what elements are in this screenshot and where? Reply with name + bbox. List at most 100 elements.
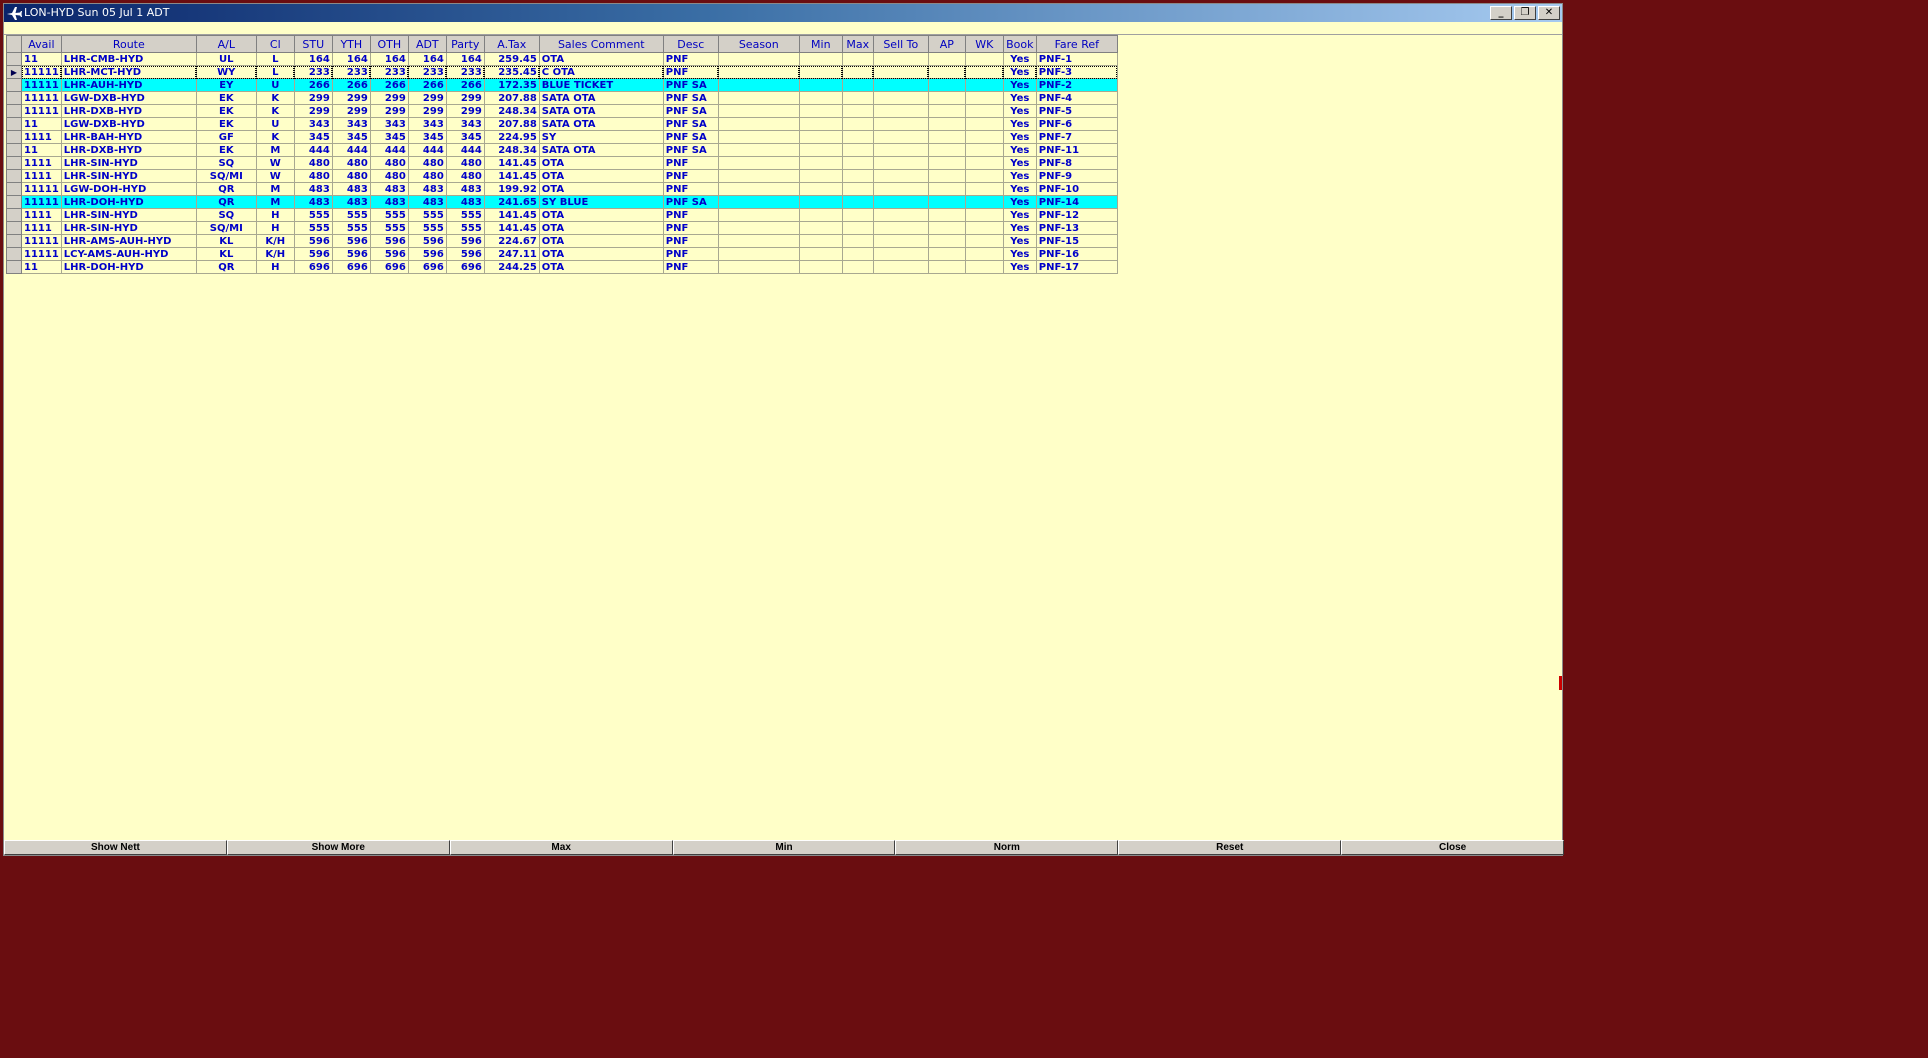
cell-oth[interactable]: 696 — [369, 260, 409, 274]
cell-min[interactable] — [798, 208, 843, 222]
cell-season[interactable] — [717, 195, 800, 209]
cell-adt[interactable]: 299 — [407, 104, 447, 118]
cell-atax[interactable]: 141.45 — [483, 208, 540, 222]
cell-yth[interactable]: 299 — [331, 91, 371, 105]
cell-avail[interactable]: 11 — [21, 52, 62, 66]
cell-atax[interactable]: 224.67 — [483, 234, 540, 248]
cell-avail[interactable]: 11 — [21, 143, 62, 157]
cell-ap[interactable] — [927, 221, 966, 235]
row-selector[interactable] — [6, 247, 22, 261]
column-header[interactable]: Fare Ref — [1035, 35, 1118, 53]
cell-yth[interactable]: 233 — [331, 65, 371, 79]
cell-max[interactable] — [841, 234, 874, 248]
cell-avail[interactable]: 11 — [21, 260, 62, 274]
cell-min[interactable] — [798, 117, 843, 131]
cell-wk[interactable] — [964, 143, 1004, 157]
cell-oth[interactable]: 343 — [369, 117, 409, 131]
column-header[interactable]: Party — [445, 35, 485, 53]
cell-adt[interactable]: 480 — [407, 169, 447, 183]
max-button[interactable]: Max — [449, 840, 673, 855]
row-selector[interactable] — [6, 143, 22, 157]
row-selector[interactable] — [6, 182, 22, 196]
cell-book[interactable]: Yes — [1002, 260, 1037, 274]
cell-party[interactable]: 343 — [445, 117, 485, 131]
cell-season[interactable] — [717, 247, 800, 261]
cell-comment[interactable]: SY — [538, 130, 664, 144]
cell-wk[interactable] — [964, 208, 1004, 222]
cell-oth[interactable]: 483 — [369, 182, 409, 196]
cell-desc[interactable]: PNF SA — [662, 143, 719, 157]
column-header[interactable]: Desc — [662, 35, 719, 53]
cell-desc[interactable]: PNF SA — [662, 195, 719, 209]
minimize-button[interactable]: _ — [1490, 6, 1512, 20]
cell-adt[interactable]: 555 — [407, 221, 447, 235]
cell-ref[interactable]: PNF-12 — [1035, 208, 1118, 222]
cell-max[interactable] — [841, 130, 874, 144]
cell-party[interactable]: 266 — [445, 78, 485, 92]
cell-sellto[interactable] — [872, 52, 929, 66]
cell-route[interactable]: LHR-SIN-HYD — [60, 208, 197, 222]
cell-cl[interactable]: L — [255, 52, 295, 66]
cell-avail[interactable]: 11111 — [21, 78, 62, 92]
table-row[interactable]: 1111 LHR-SIN-HYD SQ H 555 555 555 555 555 141.45 O… — [6, 208, 1118, 222]
table-row[interactable]: 11 LGW-DXB-HYD EK U 343 343 343 343 343 207.88 SAT… — [6, 117, 1118, 131]
cell-ref[interactable]: PNF-3 — [1035, 65, 1118, 79]
cell-al[interactable]: SQ — [195, 156, 257, 170]
cell-sellto[interactable] — [872, 130, 929, 144]
cell-al[interactable]: SQ — [195, 208, 257, 222]
cell-wk[interactable] — [964, 182, 1004, 196]
cell-yth[interactable]: 164 — [331, 52, 371, 66]
cell-desc[interactable]: PNF SA — [662, 130, 719, 144]
cell-max[interactable] — [841, 91, 874, 105]
cell-atax[interactable]: 247.11 — [483, 247, 540, 261]
cell-party[interactable]: 299 — [445, 91, 485, 105]
cell-route[interactable]: LHR-MCT-HYD — [60, 65, 197, 79]
cell-cl[interactable]: H — [255, 208, 295, 222]
cell-yth[interactable]: 299 — [331, 104, 371, 118]
cell-ref[interactable]: PNF-9 — [1035, 169, 1118, 183]
cell-sellto[interactable] — [872, 234, 929, 248]
row-selector[interactable] — [6, 169, 22, 183]
cell-desc[interactable]: PNF — [662, 260, 719, 274]
cell-stu[interactable]: 299 — [293, 91, 333, 105]
cell-atax[interactable]: 241.65 — [483, 195, 540, 209]
cell-sellto[interactable] — [872, 182, 929, 196]
column-header[interactable]: WK — [964, 35, 1004, 53]
cell-atax[interactable]: 141.45 — [483, 156, 540, 170]
cell-max[interactable] — [841, 52, 874, 66]
cell-stu[interactable]: 345 — [293, 130, 333, 144]
cell-adt[interactable]: 555 — [407, 208, 447, 222]
cell-ref[interactable]: PNF-2 — [1035, 78, 1118, 92]
min-button[interactable]: Min — [672, 840, 896, 855]
cell-ref[interactable]: PNF-13 — [1035, 221, 1118, 235]
column-header[interactable]: Max — [841, 35, 874, 53]
cell-route[interactable]: LHR-BAH-HYD — [60, 130, 197, 144]
cell-ref[interactable]: PNF-14 — [1035, 195, 1118, 209]
cell-al[interactable]: QR — [195, 195, 257, 209]
cell-stu[interactable]: 596 — [293, 234, 333, 248]
cell-sellto[interactable] — [872, 247, 929, 261]
cell-party[interactable]: 233 — [445, 65, 485, 79]
cell-atax[interactable]: 235.45 — [483, 65, 540, 79]
cell-wk[interactable] — [964, 156, 1004, 170]
cell-party[interactable]: 299 — [445, 104, 485, 118]
cell-desc[interactable]: PNF — [662, 52, 719, 66]
close-button[interactable]: Close — [1341, 840, 1565, 855]
title-bar[interactable]: LON-HYD Sun 05 Jul 1 ADT _ ❐ ✕ — [4, 4, 1562, 22]
cell-party[interactable]: 483 — [445, 195, 485, 209]
reset-button[interactable]: Reset — [1118, 840, 1342, 855]
cell-atax[interactable]: 244.25 — [483, 260, 540, 274]
cell-atax[interactable]: 224.95 — [483, 130, 540, 144]
cell-yth[interactable]: 596 — [331, 234, 371, 248]
cell-ap[interactable] — [927, 260, 966, 274]
cell-oth[interactable]: 233 — [369, 65, 409, 79]
cell-oth[interactable]: 299 — [369, 91, 409, 105]
cell-al[interactable]: GF — [195, 130, 257, 144]
cell-season[interactable] — [717, 78, 800, 92]
cell-max[interactable] — [841, 221, 874, 235]
cell-yth[interactable]: 345 — [331, 130, 371, 144]
cell-desc[interactable]: PNF — [662, 221, 719, 235]
cell-adt[interactable]: 345 — [407, 130, 447, 144]
cell-atax[interactable]: 141.45 — [483, 221, 540, 235]
cell-max[interactable] — [841, 143, 874, 157]
